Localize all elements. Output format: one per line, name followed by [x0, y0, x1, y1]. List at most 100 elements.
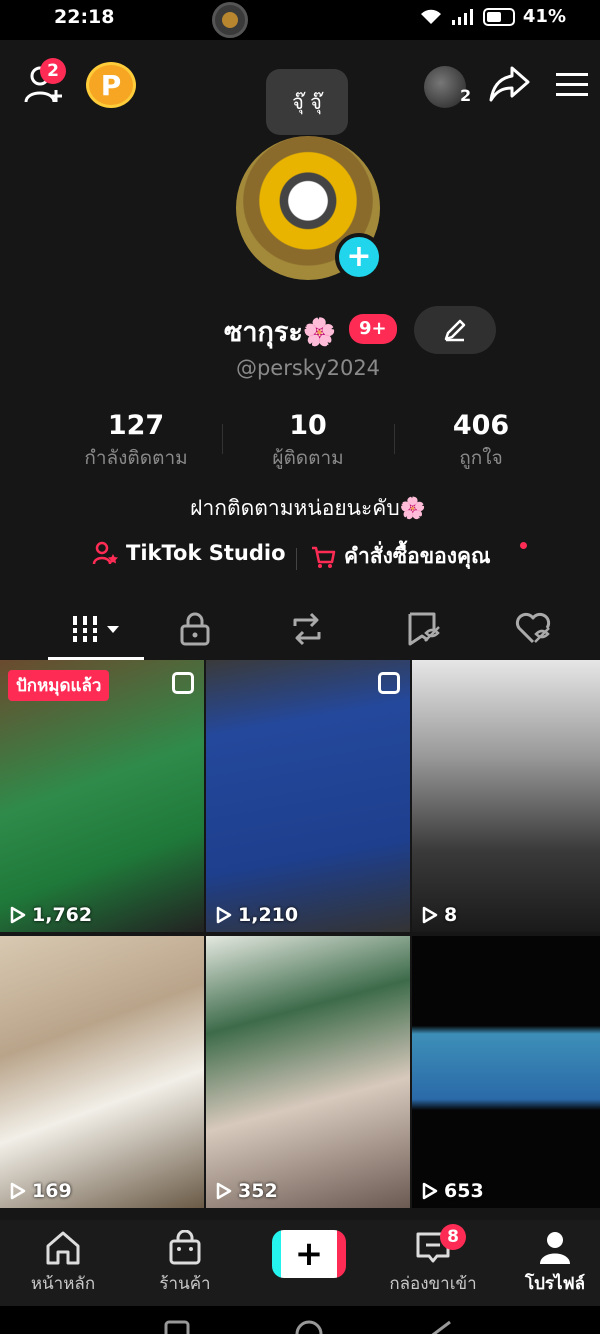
your-orders-label: คำสั่งซื้อของคุณ — [344, 544, 491, 568]
home-icon — [46, 1231, 80, 1265]
view-count: 352 — [216, 1180, 278, 1202]
points-label: P — [100, 68, 122, 102]
video-tile[interactable]: ปักหมุดแล้ว 1,762 — [0, 660, 204, 932]
stat-label: กำลังติดตาม — [84, 447, 188, 469]
stat-divider — [222, 424, 223, 454]
view-count: 1,210 — [216, 904, 298, 926]
inbox-badge: 8 — [440, 1224, 466, 1250]
stat-following[interactable]: 127 กำลังติดตาม — [76, 410, 196, 473]
name-badge: 9+ — [349, 314, 397, 344]
battery-icon — [482, 7, 515, 26]
nav-profile[interactable]: โปรไฟล์ — [500, 1230, 600, 1297]
tab-liked[interactable] — [488, 600, 578, 658]
username: @persky2024 — [235, 356, 381, 380]
links-divider — [296, 548, 297, 570]
status-bar: 22:18 41% — [0, 0, 600, 40]
pencil-icon — [444, 319, 466, 342]
play-icon — [10, 1182, 26, 1200]
status-time: 22:18 — [54, 6, 115, 28]
profile-page: 2 P จุ๊ จุ๊ 2 + ซากุระ🌸 9+ @persky2024 1… — [0, 40, 600, 1220]
video-tile[interactable]: 653 — [412, 936, 600, 1208]
video-tile[interactable]: 352 — [206, 936, 410, 1208]
tab-videos[interactable] — [52, 600, 142, 658]
nav-inbox-label: กล่องขาเข้า — [389, 1274, 477, 1294]
profile-icon — [540, 1232, 570, 1264]
display-name: ซากุระ🌸 — [224, 310, 336, 353]
view-count-value: 653 — [444, 1180, 484, 1202]
pinned-badge: ปักหมุดแล้ว — [8, 670, 110, 701]
nav-shop[interactable]: ร้านค้า — [130, 1230, 240, 1297]
hidden-heart-icon — [515, 612, 551, 644]
signal-icon — [451, 8, 473, 25]
play-icon — [216, 1182, 232, 1200]
add-story-button[interactable]: + — [335, 233, 383, 281]
video-tile[interactable]: 8 — [412, 660, 600, 932]
edit-profile-button[interactable] — [414, 306, 496, 354]
view-count-value: 1,210 — [238, 904, 299, 926]
studio-person-icon — [92, 541, 118, 565]
view-count-value: 1,762 — [32, 904, 93, 926]
play-icon — [216, 906, 232, 924]
display-name-text: ซากุระ — [224, 317, 303, 348]
tiktok-studio-link[interactable]: TikTok Studio — [92, 540, 286, 566]
shopping-bag-icon — [169, 1230, 201, 1265]
tooltip-text: จุ๊ จุ๊ — [292, 90, 322, 114]
stat-value: 127 — [107, 410, 165, 441]
back-icon[interactable] — [426, 1316, 456, 1334]
nav-home[interactable]: หน้าหลัก — [8, 1230, 118, 1297]
cart-icon — [312, 546, 336, 568]
video-tile[interactable]: 169 — [0, 936, 204, 1208]
bio: ฝากติดตามหน่อยนะคับ🌸 — [190, 496, 426, 520]
stats-row: 127 กำลังติดตาม 10 ผู้ติดตาม 406 ถูกใจ — [0, 410, 600, 480]
hidden-bookmark-icon — [408, 612, 440, 646]
view-count-value: 352 — [238, 1180, 278, 1202]
share-icon[interactable] — [488, 64, 530, 104]
photo-carousel-icon — [378, 672, 400, 694]
tab-private[interactable] — [150, 600, 240, 658]
nav-shop-label: ร้านค้า — [159, 1274, 211, 1294]
stat-value: 406 — [452, 410, 510, 441]
menu-icon[interactable] — [554, 70, 590, 100]
points-icon[interactable]: P — [86, 62, 136, 108]
nav-profile-label: โปรไฟล์ — [524, 1274, 586, 1294]
play-icon — [422, 1182, 438, 1200]
battery-level: 41% — [522, 6, 566, 27]
links-row: TikTok Studio คำสั่งซื้อของคุณ — [0, 540, 600, 576]
stat-likes[interactable]: 406 ถูกใจ — [436, 410, 526, 473]
stat-followers[interactable]: 10 ผู้ติดตาม — [250, 410, 366, 473]
tiktok-studio-label: TikTok Studio — [126, 541, 286, 565]
video-tile[interactable]: 1,210 — [206, 660, 410, 932]
stat-label: ถูกใจ — [459, 447, 503, 469]
account-count: 2 — [460, 86, 472, 105]
view-count: 653 — [422, 1180, 484, 1202]
plus-icon: + — [346, 239, 372, 274]
view-count-value: 8 — [444, 904, 458, 926]
tab-favorites[interactable] — [378, 600, 468, 658]
stat-divider — [394, 424, 395, 454]
wifi-icon — [420, 9, 441, 24]
view-count: 8 — [422, 904, 457, 926]
lock-icon — [180, 612, 210, 646]
system-nav-bar — [0, 1306, 600, 1334]
name-row: ซากุระ🌸 9+ — [0, 306, 600, 354]
plus-icon: + — [294, 1234, 324, 1274]
home-circle-icon[interactable] — [294, 1316, 324, 1334]
stat-label: ผู้ติดตาม — [272, 447, 344, 469]
nav-inbox[interactable]: กล่องขาเข้า — [376, 1230, 490, 1297]
add-friend-badge: 2 — [40, 58, 66, 84]
play-icon — [10, 906, 26, 924]
tab-reposts[interactable] — [262, 600, 352, 658]
grid-icon — [71, 616, 119, 642]
stat-value: 10 — [289, 410, 327, 441]
recent-apps-icon[interactable] — [162, 1316, 192, 1334]
view-count: 1,762 — [10, 904, 92, 926]
notification-app-icon — [212, 2, 248, 38]
bottom-nav: หน้าหลัก ร้านค้า + กล่องขาเข้า 8 โปรไฟล์ — [0, 1220, 600, 1306]
orders-notification-dot — [520, 542, 527, 549]
create-button[interactable]: + — [272, 1230, 346, 1278]
display-name-emoji: 🌸 — [302, 317, 337, 348]
your-orders-link[interactable]: คำสั่งซื้อของคุณ — [310, 540, 491, 573]
content-tabs — [0, 600, 600, 662]
name-tooltip: จุ๊ จุ๊ — [266, 69, 348, 135]
view-count: 169 — [10, 1180, 72, 1202]
